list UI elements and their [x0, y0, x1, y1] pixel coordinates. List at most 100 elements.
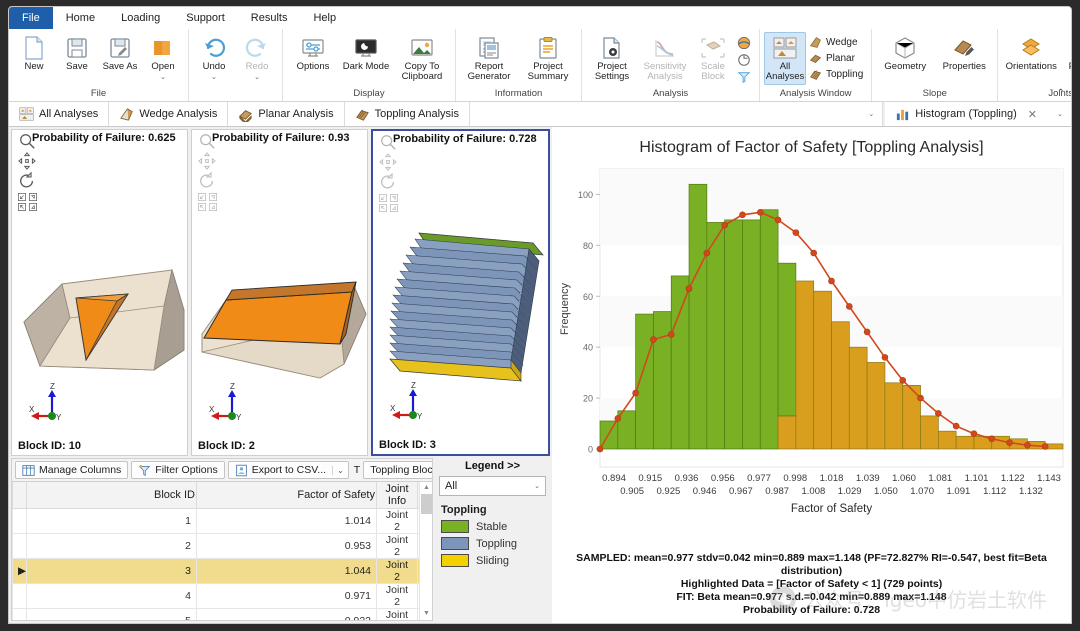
table-row-selected[interactable]: ▶ 3 1.044 Joint 2 [13, 559, 432, 584]
svg-text:0.946: 0.946 [693, 486, 717, 497]
tab-all-analyses[interactable]: All Analyses [9, 102, 109, 126]
column-header-block-id[interactable]: Block ID [27, 482, 197, 509]
open-folder-icon [152, 35, 174, 61]
dark-mode-button[interactable]: Dark Mode [340, 32, 392, 75]
svg-text:1.050: 1.050 [874, 486, 898, 497]
svg-text:20: 20 [583, 394, 593, 404]
save-button[interactable]: Save [56, 32, 98, 75]
redo-button[interactable]: Redo ⌄ [236, 32, 278, 86]
all-analyses-button[interactable]: All Analyses [764, 32, 806, 85]
row-selector-current[interactable]: ▶ [13, 559, 27, 584]
slope-properties-button[interactable]: Properties [935, 32, 993, 75]
tab-toppling-analysis[interactable]: Toppling Analysis [345, 102, 470, 126]
svg-text:1.008: 1.008 [801, 486, 825, 497]
menu-item-loading[interactable]: Loading [108, 7, 173, 29]
scrollbar-thumb[interactable] [421, 494, 432, 514]
ribbon-group-file: New Save Save As [9, 29, 189, 101]
legend-panel: Legend >> All ⌄ Toppling Stable Toppli [435, 458, 550, 621]
histogram-svg[interactable]: 020406080100Frequency0.8940.9150.9360.95… [552, 161, 1072, 521]
planar-button[interactable]: Planar [807, 51, 867, 66]
legend-filter-select[interactable]: All ⌄ [439, 476, 546, 496]
row-selector[interactable] [13, 509, 27, 534]
chevron-down-icon[interactable]: ⌄ [1057, 110, 1063, 118]
sensitivity-analysis-button[interactable]: Sensitivity Analysis [639, 32, 691, 85]
manage-columns-button[interactable]: Manage Columns [15, 461, 128, 479]
save-as-button-label: Save As [103, 62, 138, 72]
table-row[interactable]: 1 1.014 Joint 2 [13, 509, 432, 534]
export-csv-icon [235, 464, 248, 477]
svg-text:1.112: 1.112 [983, 486, 1006, 497]
export-to-csv-split-button[interactable]: Export to CSV... ⌄ [228, 461, 349, 479]
joint-properties-button[interactable]: Properties [1061, 32, 1072, 75]
row-selector[interactable] [13, 534, 27, 559]
truncated-button-label[interactable]: T [352, 464, 360, 476]
toppling-button[interactable]: Toppling [807, 67, 867, 82]
cell-factor-of-safety: 1.014 [197, 509, 377, 534]
analysis-view-planar[interactable]: Probability of Failure: 0.93 [191, 129, 368, 456]
caret-down-icon[interactable]: ▼ [420, 608, 432, 620]
chevron-down-icon[interactable]: ⌄ [332, 466, 348, 475]
menu-item-support[interactable]: Support [173, 7, 238, 29]
chevron-down-icon[interactable]: ⌄ [160, 73, 166, 83]
column-header-joint-info[interactable]: Joint Info [377, 482, 418, 509]
menu-item-home[interactable]: Home [53, 7, 108, 29]
menu-item-results[interactable]: Results [238, 7, 301, 29]
refresh-small-button[interactable] [735, 52, 755, 68]
export-to-csv-button[interactable]: Export to CSV... [229, 464, 332, 477]
report-generator-button[interactable]: Report Generator [460, 32, 518, 85]
joint-orientations-button[interactable]: Orientations [1002, 32, 1060, 75]
toppling-block-details-button[interactable]: Toppling Block Details... [363, 461, 432, 479]
column-header-factor-of-safety[interactable]: Factor of Safety [197, 482, 377, 509]
analysis-view-wedge[interactable]: Probability of Failure: 0.625 [11, 129, 188, 456]
svg-text:Z: Z [230, 382, 235, 391]
slope-properties-button-label: Properties [943, 62, 986, 72]
cell-joint-info: Joint 2 [377, 509, 418, 534]
project-summary-button[interactable]: Project Summary [519, 32, 577, 85]
chart-plot-area[interactable]: 020406080100Frequency0.8940.9150.9360.95… [552, 161, 1071, 550]
view-axes-planar: Z X Y [206, 382, 254, 431]
columns-icon [22, 464, 35, 477]
tab-histogram-toppling[interactable]: Histogram (Toppling) ✕ [885, 102, 1047, 126]
ribbon-group-display-caption: Display [283, 87, 455, 101]
redo-icon [245, 35, 269, 61]
save-as-button[interactable]: Save As [99, 32, 141, 75]
analysis-view-toppling[interactable]: Probability of Failure: 0.728 [371, 129, 550, 456]
project-settings-button[interactable]: Project Settings [586, 32, 638, 85]
table-row[interactable]: 4 0.971 Joint 2 [13, 584, 432, 609]
tab-planar-analysis[interactable]: Planar Analysis [228, 102, 344, 126]
chevron-down-icon[interactable]: ⌄ [534, 482, 540, 490]
new-button[interactable]: New [13, 32, 55, 75]
wedge-button[interactable]: Wedge [807, 35, 867, 50]
filter-options-button[interactable]: Filter Options [131, 461, 224, 479]
ribbon-group-analysis: Project Settings Sensitivity Analysis Sc… [582, 29, 760, 101]
grid-vertical-scrollbar[interactable]: ▲ ▼ [419, 482, 432, 620]
menu-item-help[interactable]: Help [300, 7, 349, 29]
ribbon-group-display: Options Dark Mode Copy To Clipboard Disp… [283, 29, 456, 101]
open-button[interactable]: Open ⌄ [142, 32, 184, 86]
stereonet-small-button[interactable] [735, 35, 755, 51]
options-button[interactable]: Options [287, 32, 339, 75]
undo-button[interactable]: Undo ⌄ [193, 32, 235, 86]
analysis-window-small-buttons: Wedge Planar Toppling [807, 32, 867, 82]
table-row[interactable]: 5 0.922 Joint 2 [13, 609, 432, 621]
svg-text:Y: Y [417, 412, 423, 421]
tab-wedge-analysis[interactable]: Wedge Analysis [109, 102, 228, 126]
row-selector[interactable] [13, 609, 27, 621]
table-row[interactable]: 2 0.953 Joint 2 [13, 534, 432, 559]
doc-tab-collapse[interactable]: ⌄ [1047, 102, 1071, 126]
svg-text:1.029: 1.029 [838, 486, 862, 497]
ribbon-collapse-icon[interactable]: ⌃ [1057, 88, 1065, 99]
chevron-down-icon[interactable]: ⌄ [211, 73, 217, 83]
menu-item-file[interactable]: File [9, 7, 53, 29]
filter-small-button[interactable] [735, 69, 755, 85]
row-selector[interactable] [13, 584, 27, 609]
legend-title[interactable]: Legend >> [435, 460, 550, 472]
close-icon[interactable]: ✕ [1028, 108, 1037, 121]
caret-up-icon[interactable]: ▲ [420, 482, 432, 494]
tab-toppling-analysis-label: Toppling Analysis [375, 108, 459, 120]
legend-expand-icon[interactable]: >> [507, 460, 520, 472]
copy-to-clipboard-button[interactable]: Copy To Clipboard [393, 32, 451, 85]
chevron-down-icon[interactable]: ⌄ [868, 110, 874, 118]
scale-block-button[interactable]: Scale Block [692, 32, 734, 85]
slope-geometry-button[interactable]: Geometry [876, 32, 934, 75]
